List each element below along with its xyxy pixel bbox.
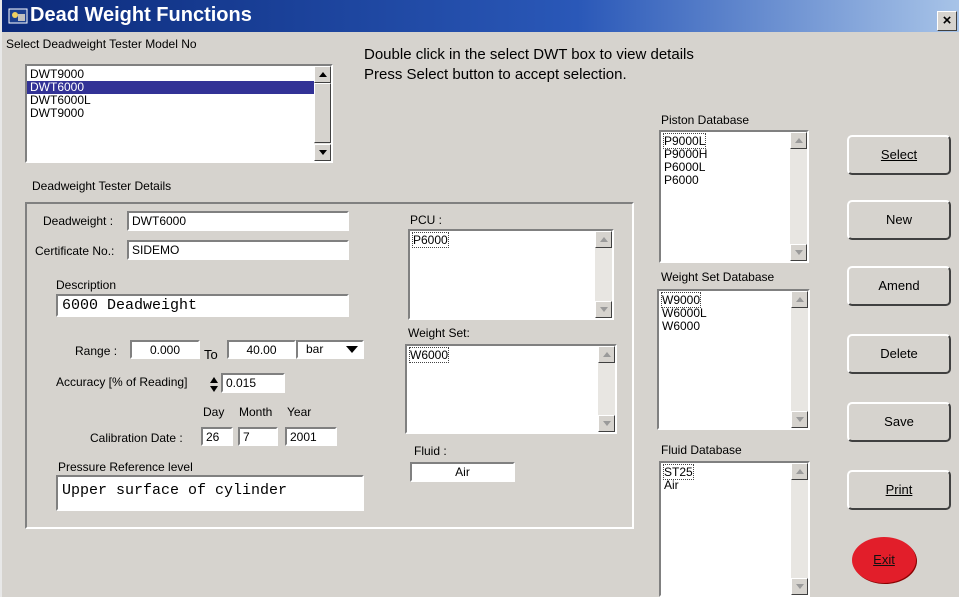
app-icon xyxy=(8,8,28,24)
select-button-label: Select xyxy=(880,147,918,162)
details-group-label: Deadweight Tester Details xyxy=(32,179,172,193)
certificate-label: Certificate No.: xyxy=(35,244,115,258)
cal-year-field[interactable]: 2001 xyxy=(285,427,337,446)
piston-db-label: Piston Database xyxy=(661,113,750,127)
list-item-label: W6000L xyxy=(662,306,707,320)
instruction-line-1: Double click in the select DWT box to vi… xyxy=(364,46,694,63)
cal-day-field[interactable]: 26 xyxy=(201,427,233,446)
fluid-db-listbox[interactable]: ST25 Air xyxy=(659,461,810,597)
list-item[interactable]: P6000 xyxy=(661,174,807,187)
exit-button[interactable]: Exit xyxy=(852,537,916,583)
model-scrollbar[interactable] xyxy=(314,66,331,161)
description-label: Description xyxy=(56,278,117,292)
instruction-line-2: Press Select button to accept selection. xyxy=(364,66,627,83)
model-select-label: Select Deadweight Tester Model No xyxy=(6,37,197,51)
list-item-label: W6000 xyxy=(662,319,701,333)
model-listbox[interactable]: DWT9000 DWT6000 DWT6000L DWT9000 xyxy=(25,64,333,163)
title-bar: Dead Weight Functions × xyxy=(2,0,959,32)
unit-value: bar xyxy=(306,342,324,356)
pcu-listbox[interactable]: P6000 xyxy=(408,229,614,320)
dead-weight-window: Dead Weight Functions × Select Deadweigh… xyxy=(0,0,959,597)
scroll-up-icon[interactable] xyxy=(791,463,808,480)
list-item-label: P9000H xyxy=(664,147,708,161)
accuracy-field[interactable]: 0.015 xyxy=(221,373,285,393)
close-icon[interactable]: × xyxy=(937,11,957,31)
day-label: Day xyxy=(203,405,225,419)
select-button[interactable]: Select xyxy=(847,135,951,175)
list-item-label: P6000 xyxy=(664,173,699,187)
scroll-up-icon[interactable] xyxy=(791,291,808,308)
pressure-ref-label: Pressure Reference level xyxy=(58,460,193,474)
fluid-label: Fluid : xyxy=(414,444,447,458)
list-item-label: P6000L xyxy=(664,160,706,174)
scroll-down-icon[interactable] xyxy=(791,578,808,595)
list-item-label: ST25 xyxy=(663,464,694,480)
range-label: Range : xyxy=(75,344,118,358)
range-from-field[interactable]: 0.000 xyxy=(130,340,200,359)
list-item-label: W9000 xyxy=(660,292,702,308)
scroll-thumb[interactable] xyxy=(314,83,331,143)
list-item-label: DWT6000L xyxy=(30,93,91,107)
scroll-down-icon[interactable] xyxy=(598,415,615,432)
scroll-up-icon[interactable] xyxy=(598,346,615,363)
fluid-db-scrollbar[interactable] xyxy=(791,463,808,595)
window-title: Dead Weight Functions xyxy=(30,4,252,26)
spinner-icon[interactable] xyxy=(209,376,219,393)
scroll-down-icon[interactable] xyxy=(790,244,807,261)
deadweight-field[interactable]: DWT6000 xyxy=(127,211,349,231)
scroll-up-icon[interactable] xyxy=(790,132,807,149)
list-item[interactable]: Air xyxy=(661,479,808,492)
new-button[interactable]: New xyxy=(847,200,951,240)
save-button[interactable]: Save xyxy=(847,402,951,442)
delete-button[interactable]: Delete xyxy=(847,334,951,374)
pcu-label: PCU : xyxy=(410,213,443,227)
scroll-up-icon[interactable] xyxy=(595,231,612,248)
scroll-up-icon[interactable] xyxy=(314,66,331,83)
range-to-label: To xyxy=(204,347,218,362)
weight-db-listbox[interactable]: W9000 W6000L W6000 xyxy=(657,289,810,430)
list-item-label: DWT6000 xyxy=(30,80,85,94)
list-item[interactable]: W6000 xyxy=(659,320,808,333)
list-item-label: DWT9000 xyxy=(30,67,85,81)
piston-db-listbox[interactable]: P9000L P9000H P6000L P6000 xyxy=(659,130,809,263)
list-item-label: Air xyxy=(664,478,679,492)
weight-set-scrollbar[interactable] xyxy=(598,346,615,432)
weight-db-label: Weight Set Database xyxy=(661,270,775,284)
list-item[interactable]: P6000 xyxy=(410,232,612,248)
pcu-scrollbar[interactable] xyxy=(595,231,612,318)
list-item-label: P9000L xyxy=(662,133,707,149)
weight-set-label: Weight Set: xyxy=(408,326,470,340)
dropdown-arrow-icon[interactable] xyxy=(346,346,358,353)
list-item-label: W6000 xyxy=(408,347,450,363)
list-item[interactable]: ST25 xyxy=(661,464,808,480)
list-item-label: P6000 xyxy=(412,232,449,248)
calibration-date-label: Calibration Date : xyxy=(90,431,183,445)
cal-month-field[interactable]: 7 xyxy=(238,427,278,446)
list-item-label: DWT9000 xyxy=(30,106,85,120)
print-button[interactable]: Print xyxy=(847,470,951,510)
certificate-field[interactable]: SIDEMO xyxy=(127,240,349,260)
accuracy-label: Accuracy [% of Reading] xyxy=(56,375,188,389)
description-field[interactable]: 6000 Deadweight xyxy=(56,294,349,317)
month-label: Month xyxy=(239,405,273,419)
pressure-ref-field[interactable]: Upper surface of cylinder xyxy=(56,475,364,511)
weight-db-scrollbar[interactable] xyxy=(791,291,808,428)
scroll-down-icon[interactable] xyxy=(595,301,612,318)
exit-button-label: Exit xyxy=(873,552,895,567)
list-item[interactable]: W6000 xyxy=(407,347,615,363)
weight-set-listbox[interactable]: W6000 xyxy=(405,344,617,434)
scroll-down-icon[interactable] xyxy=(791,411,808,428)
print-button-label: Print xyxy=(885,482,913,497)
unit-dropdown[interactable]: bar xyxy=(296,340,364,359)
fluid-field[interactable]: Air xyxy=(410,462,515,482)
year-label: Year xyxy=(287,405,312,419)
amend-button[interactable]: Amend xyxy=(847,266,951,306)
fluid-db-label: Fluid Database xyxy=(661,443,742,457)
scroll-down-icon[interactable] xyxy=(314,144,331,161)
piston-db-scrollbar[interactable] xyxy=(790,132,807,261)
range-to-field[interactable]: 40.00 xyxy=(227,340,296,359)
list-item[interactable]: DWT9000 xyxy=(27,107,331,120)
deadweight-label: Deadweight : xyxy=(43,214,114,228)
